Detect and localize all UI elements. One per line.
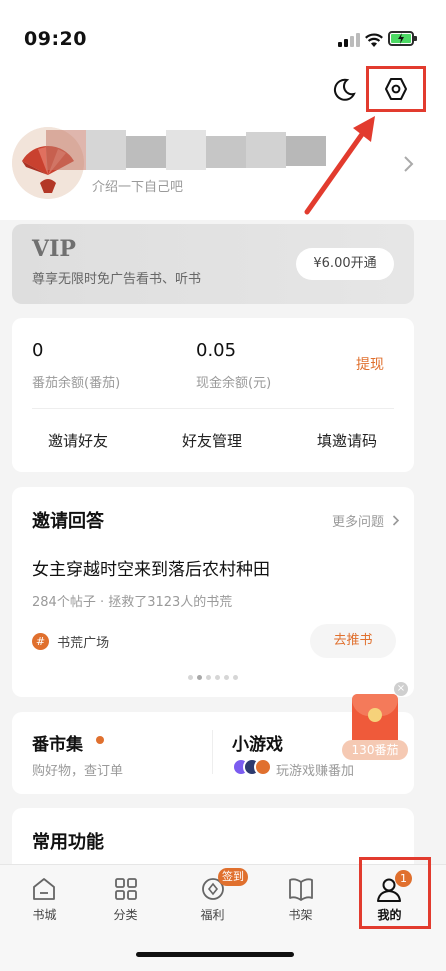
tag-label: 书荒广场 — [57, 636, 110, 651]
games-title: 小游戏 — [232, 735, 283, 755]
tab-bookshelf[interactable]: 书架 — [256, 868, 345, 948]
question-stats: 284个帖子 · 拯救了3123人的书荒 — [32, 595, 233, 610]
chevron-right-icon — [393, 515, 400, 526]
vip-open-button[interactable]: ¥6.00开通 — [296, 248, 394, 280]
tab-label: 书城 — [32, 908, 57, 922]
cash-balance-label: 现金余额(元) — [196, 376, 272, 391]
wallet-card: 0 番茄余额(番茄) 0.05 现金余额(元) 提现 邀请好友 好友管理 填邀请… — [12, 318, 414, 472]
qa-title: 邀请回答 — [32, 511, 104, 532]
withdraw-button[interactable]: 提现 — [356, 354, 384, 374]
recommend-book-button[interactable]: 去推书 — [310, 624, 396, 658]
sign-in-badge: 签到 — [218, 868, 248, 886]
close-icon[interactable]: × — [394, 682, 408, 696]
tab-label: 福利 — [200, 908, 225, 922]
divider — [32, 408, 394, 409]
carousel-dot — [188, 675, 193, 680]
tab-label: 分类 — [113, 908, 138, 922]
book-icon — [289, 878, 313, 901]
cash-balance[interactable]: 0.05 — [196, 340, 236, 361]
common-title: 常用功能 — [32, 832, 104, 853]
home-icon — [33, 878, 55, 900]
home-indicator — [136, 952, 294, 957]
market-dot-icon — [96, 736, 104, 744]
tab-welfare[interactable]: 签到 福利 — [168, 868, 257, 948]
invite-friends-button[interactable]: 邀请好友 — [48, 430, 108, 451]
tab-category[interactable]: 分类 — [81, 868, 170, 948]
carousel-dot — [215, 675, 220, 680]
vip-desc: 尊享无限时免广告看书、听书 — [32, 272, 202, 287]
invite-answer-card: 邀请回答 更多问题 女主穿越时空来到落后农村种田 284个帖子 · 拯救了312… — [12, 487, 414, 697]
status-bar: 09:20 — [0, 0, 446, 70]
wifi-icon — [365, 33, 383, 47]
red-packet-icon — [352, 694, 398, 746]
enter-invite-code-button[interactable]: 填邀请码 — [317, 430, 377, 451]
status-time: 09:20 — [24, 28, 87, 50]
carousel-dot-active — [197, 675, 202, 680]
night-mode-icon[interactable] — [331, 77, 357, 103]
question-text[interactable]: 女主穿越时空来到落后农村种田 — [32, 555, 270, 580]
tomato-balance[interactable]: 0 — [32, 340, 43, 361]
manage-friends-button[interactable]: 好友管理 — [182, 430, 242, 451]
username-blurred — [46, 130, 336, 170]
more-questions-label: 更多问题 — [332, 515, 385, 530]
market-title: 番市集 — [32, 735, 83, 755]
game-avatars-icon — [232, 758, 272, 778]
red-packet-widget[interactable]: × 130番茄 — [342, 682, 410, 764]
tomato-balance-label: 番茄余额(番茄) — [32, 376, 121, 391]
mine-tab-highlight-box — [359, 857, 431, 929]
tab-label: 书架 — [288, 908, 313, 922]
market-desc: 购好物，查订单 — [32, 764, 124, 779]
divider-vertical — [212, 730, 213, 774]
hash-icon: # — [32, 633, 49, 650]
vip-badge: VIP — [32, 236, 76, 262]
more-questions-link[interactable]: 更多问题 — [332, 511, 400, 530]
market-entry[interactable]: 番市集 购好物，查订单 — [12, 712, 212, 794]
tag-book-square[interactable]: # 书荒广场 — [32, 631, 109, 651]
grid-icon — [115, 878, 137, 900]
carousel-dot — [206, 675, 211, 680]
profile-intro[interactable]: 介绍一下自己吧 — [92, 176, 183, 195]
chevron-right-icon[interactable] — [402, 155, 414, 173]
settings-icon[interactable] — [383, 76, 409, 102]
carousel-dot — [233, 675, 238, 680]
signal-icon — [338, 33, 360, 47]
red-packet-reward: 130番茄 — [342, 740, 408, 760]
vip-card[interactable]: VIP 尊享无限时免广告看书、听书 ¥6.00开通 — [12, 224, 414, 304]
battery-icon — [388, 31, 417, 46]
carousel-dot — [224, 675, 229, 680]
tab-bookstore[interactable]: 书城 — [0, 868, 89, 948]
